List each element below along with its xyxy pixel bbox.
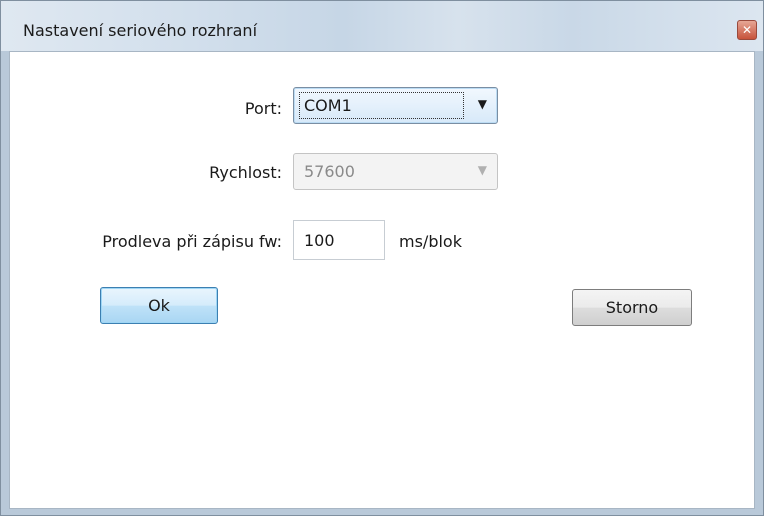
prodleva-label: Prodleva při zápisu fw:	[102, 232, 282, 251]
rychlost-value: 57600	[304, 162, 355, 181]
rychlost-select[interactable]: 57600 ▼	[293, 153, 498, 190]
port-value: COM1	[304, 96, 352, 115]
window-title: Nastavení seriového rozhraní	[23, 21, 258, 40]
prodleva-value: 100	[304, 231, 335, 250]
chevron-down-icon: ▼	[477, 163, 487, 177]
dialog-content: Port: COM1 ▼ Rychlost: 57600 ▼ Prodleva …	[9, 51, 755, 509]
storno-button[interactable]: Storno	[572, 289, 692, 326]
rychlost-label: Rychlost:	[209, 163, 282, 182]
close-icon: ✕	[741, 23, 753, 37]
port-select[interactable]: COM1 ▼	[293, 87, 498, 124]
port-label: Port:	[244, 99, 282, 118]
chevron-down-icon: ▼	[477, 97, 487, 111]
prodleva-input[interactable]: 100	[293, 220, 385, 260]
ok-button[interactable]: Ok	[100, 287, 218, 324]
prodleva-unit-label: ms/blok	[399, 232, 462, 251]
settings-dialog: Nastavení seriového rozhraní ✕ Port: COM…	[0, 0, 764, 516]
title-bar[interactable]: Nastavení seriového rozhraní ✕	[1, 1, 763, 51]
close-button[interactable]: ✕	[737, 20, 757, 40]
